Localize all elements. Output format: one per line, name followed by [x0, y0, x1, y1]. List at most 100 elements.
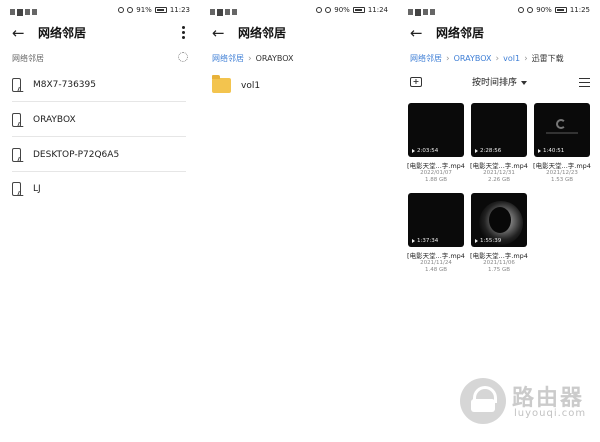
- play-icon: [412, 149, 415, 153]
- video-thumbnail: 1:40:51: [534, 103, 590, 157]
- video-name: [电影天堂...字.mp4: [470, 162, 528, 170]
- play-icon: [475, 239, 478, 243]
- breadcrumb-item[interactable]: 网络邻居: [212, 53, 244, 64]
- sort-label: 按时间排序: [472, 78, 518, 88]
- list-view-icon[interactable]: [579, 78, 590, 88]
- nav-bar: ← 网络邻居: [212, 24, 386, 42]
- status-bar: 91% 11:23: [10, 6, 190, 18]
- more-options-icon[interactable]: [182, 24, 186, 42]
- panel-downloads: 90% 11:25 ← 网络邻居 网络邻居 › ORAYBOX › vol1 ›…: [398, 0, 600, 442]
- chevron-right-icon: ›: [248, 53, 252, 64]
- device-row[interactable]: LJ: [12, 172, 186, 206]
- status-bar: 90% 11:25: [408, 6, 590, 18]
- device-label: DESKTOP-P72Q6A5: [33, 150, 120, 160]
- status-bar: 90% 11:24: [210, 6, 388, 18]
- play-icon: [538, 149, 541, 153]
- new-folder-icon[interactable]: +: [410, 77, 422, 87]
- battery-icon: [554, 7, 567, 13]
- device-row[interactable]: ORAYBOX: [12, 103, 186, 137]
- network-device-icon: [12, 78, 21, 92]
- page-title: 网络邻居: [38, 26, 87, 40]
- device-row[interactable]: M8X7-736395: [12, 68, 186, 102]
- video-date: 2021/12/31: [483, 170, 515, 176]
- router-logo-icon: [460, 378, 506, 424]
- video-size: 1.88 GB: [424, 177, 448, 183]
- video-size: 1.48 GB: [424, 267, 448, 273]
- video-name: [电影天堂...字.mp4: [533, 162, 591, 170]
- video-size: 1.75 GB: [487, 267, 511, 273]
- sort-dropdown[interactable]: 按时间排序: [472, 76, 528, 90]
- back-arrow-icon[interactable]: ←: [212, 24, 226, 42]
- caret-down-icon: [521, 81, 528, 85]
- battery-percent: 91%: [136, 6, 152, 14]
- device-label: M8X7-736395: [33, 80, 96, 90]
- duration-text: 1:37:34: [417, 238, 439, 244]
- alarm-icon: [127, 7, 134, 13]
- breadcrumb-item[interactable]: ORAYBOX: [454, 54, 492, 63]
- breadcrumb: 网络邻居 › ORAYBOX › vol1 › 迅雷下载: [410, 53, 594, 64]
- alarm-icon: [325, 7, 332, 13]
- chevron-right-icon: ›: [446, 53, 450, 64]
- signal-icons: [210, 8, 237, 16]
- breadcrumb-item[interactable]: vol1: [503, 54, 520, 63]
- duration-text: 2:28:56: [480, 148, 502, 154]
- nav-bar: ← 网络邻居: [12, 24, 188, 42]
- alarm-icon: [527, 7, 534, 13]
- page-title: 网络邻居: [238, 26, 287, 40]
- signal-icons: [10, 8, 37, 16]
- play-icon: [412, 239, 415, 243]
- duration-badge: 2:28:56: [475, 148, 501, 154]
- battery-icon: [154, 7, 167, 13]
- network-device-icon: [12, 182, 21, 196]
- eye-comfort-icon: [118, 7, 125, 13]
- duration-badge: 2:03:54: [412, 148, 438, 154]
- play-icon: [475, 149, 478, 153]
- duration-text: 2:03:54: [417, 148, 439, 154]
- signal-icons: [408, 8, 435, 16]
- device-row[interactable]: DESKTOP-P72Q6A5: [12, 138, 186, 172]
- folder-label: vol1: [241, 81, 261, 91]
- eye-comfort-icon: [518, 7, 525, 13]
- duration-badge: 1:37:34: [412, 238, 438, 244]
- breadcrumb: 网络邻居 › ORAYBOX: [212, 53, 392, 64]
- video-date: 2022/01/07: [420, 170, 452, 176]
- video-thumbnail: 2:28:56: [471, 103, 527, 157]
- video-thumbnail: 1:55:39: [471, 193, 527, 247]
- video-name: [电影天堂...字.mp4: [407, 252, 465, 260]
- video-date: 2021/11/06: [483, 260, 515, 266]
- duration-text: 1:40:51: [543, 148, 565, 154]
- chevron-right-icon: ›: [524, 53, 528, 64]
- video-name: [电影天堂...字.mp4: [470, 252, 528, 260]
- watermark-url: luyouqi.com: [514, 408, 587, 419]
- battery-percent: 90%: [334, 6, 350, 14]
- device-label: LJ: [33, 184, 41, 194]
- duration-text: 1:55:39: [480, 238, 502, 244]
- video-size: 1.53 GB: [550, 177, 574, 183]
- file-toolbar: + 按时间排序: [410, 76, 590, 90]
- studio-logo-bar: [546, 132, 578, 134]
- duration-badge: 1:40:51: [538, 148, 564, 154]
- clock: 11:25: [569, 6, 590, 14]
- watermark-logo: 路由器 luyouqi.com: [460, 378, 600, 438]
- breadcrumb-item-current: 迅雷下载: [531, 54, 564, 63]
- duration-badge: 1:55:39: [475, 238, 501, 244]
- panel-oraybox: 90% 11:24 ← 网络邻居 网络邻居 › ORAYBOX vol1: [200, 0, 398, 442]
- video-thumbnail: 1:37:34: [408, 193, 464, 247]
- battery-icon: [352, 7, 365, 13]
- battery-percent: 90%: [536, 6, 552, 14]
- clock: 11:23: [169, 6, 190, 14]
- video-size: 2.26 GB: [487, 177, 511, 183]
- page-title: 网络邻居: [436, 26, 485, 40]
- network-device-icon: [12, 113, 21, 127]
- folder-row[interactable]: vol1: [212, 75, 372, 97]
- section-label: 网络邻居: [12, 54, 44, 63]
- video-name: [电影天堂...字.mp4: [407, 162, 465, 170]
- back-arrow-icon[interactable]: ←: [410, 24, 424, 42]
- network-device-icon: [12, 148, 21, 162]
- breadcrumb-item[interactable]: 网络邻居: [410, 53, 442, 64]
- video-thumbnail: 2:03:54: [408, 103, 464, 157]
- folder-icon: [212, 75, 231, 93]
- nav-bar: ← 网络邻居: [410, 24, 588, 42]
- panel-network-neighborhood: 91% 11:23 ← 网络邻居 网络邻居 M8X7-736395 ORAYBO…: [0, 0, 200, 442]
- back-arrow-icon[interactable]: ←: [12, 24, 26, 42]
